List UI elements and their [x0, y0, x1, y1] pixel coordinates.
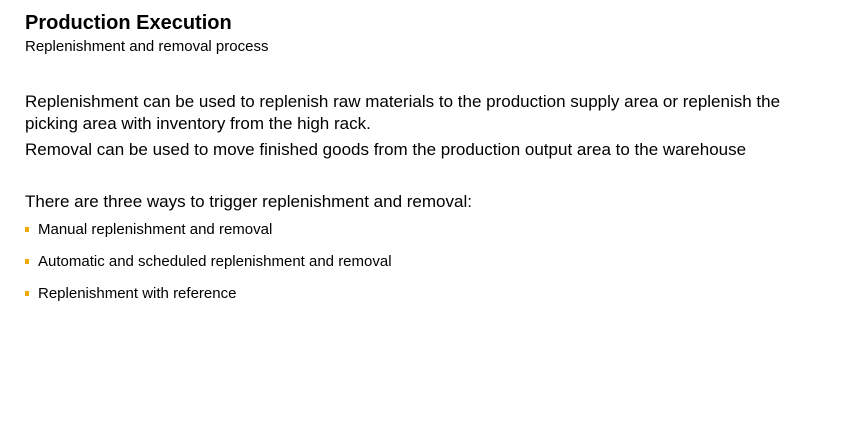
removal-paragraph: Removal can be used to move finished goo… — [25, 140, 747, 159]
square-bullet-icon — [25, 259, 29, 264]
trigger-intro-paragraph: There are three ways to trigger replenis… — [25, 192, 472, 211]
square-bullet-icon — [25, 291, 29, 296]
square-bullet-icon — [25, 227, 29, 232]
slide: Production Execution Replenishment and r… — [0, 0, 842, 429]
replenishment-paragraph: Replenishment can be used to replenish r… — [25, 92, 781, 133]
page-subtitle: Replenishment and removal process — [25, 38, 269, 55]
page-title: Production Execution — [25, 12, 232, 34]
list-item-label: Replenishment with reference — [38, 285, 237, 302]
list-item-label: Automatic and scheduled replenishment an… — [38, 253, 392, 270]
list-item-label: Manual replenishment and removal — [38, 221, 273, 238]
